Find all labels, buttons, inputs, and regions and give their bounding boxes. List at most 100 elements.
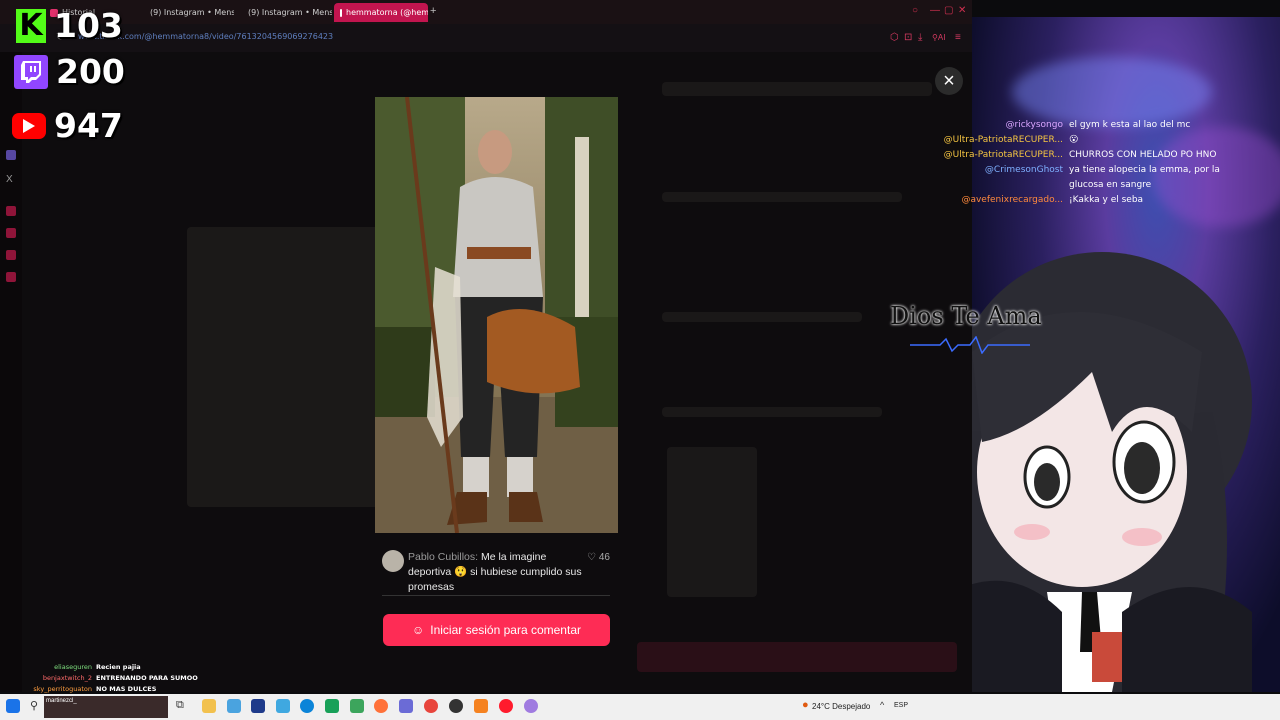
twitch-count: 200 <box>56 52 125 91</box>
app-icon[interactable] <box>276 699 290 713</box>
ai-icon[interactable]: ⚲AI <box>932 33 945 42</box>
background-thumbnail <box>667 447 757 597</box>
chat-message: @Ultra-PatriotaRECUPER... CHURROS CON HE… <box>930 148 1270 163</box>
search-icon[interactable]: ○ <box>912 5 918 16</box>
chat-user[interactable]: @Ultra-PatriotaRECUPER... <box>930 148 1069 163</box>
start-icon[interactable] <box>6 699 20 713</box>
chat-user[interactable]: @rickysongo <box>930 118 1069 133</box>
app-icon[interactable] <box>524 699 538 713</box>
overlay-text: Dios Te Ama <box>890 302 1042 330</box>
background-comment-line <box>662 192 902 202</box>
obs-icon[interactable] <box>449 699 463 713</box>
avatar[interactable] <box>382 550 404 572</box>
address-bar: ↻ www.tiktok.com/@hemmatorna8/video/7613… <box>0 24 972 52</box>
task-view-icon[interactable]: ⧉ <box>176 699 190 713</box>
chat-text: 😮 <box>1069 135 1079 145</box>
youtube-count: 947 <box>54 106 123 145</box>
settings-sidebar-icon[interactable] <box>6 272 16 282</box>
chat-user[interactable]: @Ultra-PatriotaRECUPER... <box>930 133 1069 148</box>
edge-icon[interactable] <box>300 699 314 713</box>
app-icon[interactable] <box>399 699 413 713</box>
comment-likes[interactable]: ♡ 46 <box>587 552 610 563</box>
instagram-sidebar-icon[interactable] <box>6 206 16 216</box>
extensions-icon[interactable]: ⬡ <box>890 32 899 43</box>
comment-icon: ☺ <box>411 623 425 637</box>
new-tab-button[interactable]: + <box>430 5 436 17</box>
chat-user[interactable]: @avefenixrecargado... <box>930 193 1069 208</box>
divider <box>382 595 610 596</box>
chat-text: CHURROS CON HELADO PO HNO <box>1069 150 1217 160</box>
menu-icon[interactable]: ≡ <box>955 32 961 43</box>
chat-text: el gym k esta al lao del mc <box>1069 120 1191 130</box>
chat-text: ¡Kakka y el seba <box>1069 195 1144 205</box>
sidebar: X <box>0 52 22 692</box>
background-video <box>187 227 387 507</box>
tiktok-sidebar-icon[interactable] <box>6 228 16 238</box>
language-indicator[interactable]: ESP <box>894 702 908 709</box>
background-login-button <box>637 642 957 672</box>
nebula-glow <box>1012 57 1212 127</box>
login-button-label: Iniciar sesión para comentar <box>430 623 581 637</box>
x-icon[interactable]: X <box>6 174 16 185</box>
chat-text: ya tiene alopecia la emma, por la glucos… <box>1069 165 1220 190</box>
chrome-icon[interactable] <box>424 699 438 713</box>
background-comment-line <box>662 82 932 96</box>
firefox-icon[interactable] <box>374 699 388 713</box>
mini-chat-text: ENTRENANDO PARA SUMOO <box>96 674 198 682</box>
app-icon[interactable] <box>325 699 339 713</box>
app-icon[interactable] <box>350 699 364 713</box>
opera-icon[interactable] <box>499 699 513 713</box>
chat-message: @rickysongo el gym k esta al lao del mc <box>930 118 1270 133</box>
weather-text[interactable]: 24°C Despejado <box>812 702 870 711</box>
kick-viewers: K 103 <box>16 6 123 45</box>
chat-message: @CrimesonGhost ya tiene alopecia la emma… <box>930 163 1270 193</box>
twitch-sidebar-icon[interactable] <box>6 150 16 160</box>
chat-message: @Ultra-PatriotaRECUPER... 😮 <box>930 133 1270 148</box>
tiktok-icon <box>340 8 342 17</box>
app-icon[interactable] <box>474 699 488 713</box>
app-icon[interactable] <box>251 699 265 713</box>
file-explorer-icon[interactable] <box>202 699 216 713</box>
tab-tiktok[interactable]: hemmatorna (@hemmato... <box>334 3 428 22</box>
stream-chat: @rickysongo el gym k esta al lao del mc … <box>930 118 1270 208</box>
chat-message: @avefenixrecargado... ¡Kakka y el seba <box>930 193 1270 208</box>
vtuber-avatar <box>972 252 1252 692</box>
app-icon[interactable] <box>227 699 241 713</box>
app-sidebar-icon[interactable] <box>6 250 16 260</box>
lock-icon[interactable]: ⊡ <box>904 32 912 43</box>
mini-chat-text: Recien pajia <box>96 663 141 671</box>
heartbeat-line <box>910 336 1030 354</box>
chevron-up-icon[interactable]: ^ <box>880 700 884 710</box>
close-window-icon[interactable]: ✕ <box>958 5 966 16</box>
kick-logo-icon: K <box>16 8 46 43</box>
download-icon[interactable]: ⤓ <box>918 32 922 43</box>
youtube-viewers: 947 <box>12 106 123 145</box>
tab-instagram-2[interactable]: (9) Instagram • Mensajes <box>238 3 332 22</box>
mini-chat-message: eliaseguren Recien pajia <box>20 662 220 673</box>
close-modal-button[interactable]: × <box>935 67 963 95</box>
comment-author[interactable]: Pablo Cubillos: <box>408 551 478 563</box>
search-icon[interactable]: ⚲ <box>30 699 44 713</box>
background-comment-line <box>662 407 882 417</box>
twitch-viewers: 200 <box>14 52 125 91</box>
mini-chat-message: benjaxtwitch_2 ENTRENANDO PARA SUMOO <box>20 673 220 684</box>
video-image[interactable] <box>375 97 618 533</box>
youtube-logo-icon <box>12 112 46 139</box>
mini-chat: eliaseguren Recien pajia benjaxtwitch_2 EN… <box>20 662 220 695</box>
twitch-logo-icon <box>14 54 48 89</box>
weather-icon: ● <box>802 699 809 711</box>
maximize-icon[interactable]: ▢ <box>944 5 953 16</box>
taskbar-preview[interactable]: martinezcl_ <box>44 696 168 718</box>
mini-chat-user: benjaxtwitch_2 <box>42 674 92 682</box>
background-comment-line <box>662 312 862 322</box>
comment-item: Pablo Cubillos: Me la imagine deportiva … <box>382 548 612 593</box>
mini-chat-user: eliaseguren <box>54 663 92 671</box>
browser-tab-bar: Historial (9) Instagram • Mensajes (9) I… <box>0 0 972 24</box>
mini-chat-text: NO MAS DULCES <box>96 685 157 693</box>
login-to-comment-button[interactable]: ☺ Iniciar sesión para comentar <box>383 614 610 646</box>
taskbar: ⚲ martinezcl_ ⧉ ● 24°C Despejado ^ ESP <box>0 694 1280 720</box>
minimize-icon[interactable]: — <box>930 5 940 16</box>
kick-count: 103 <box>54 6 123 45</box>
chat-user[interactable]: @CrimesonGhost <box>930 163 1069 193</box>
tab-instagram-1[interactable]: (9) Instagram • Mensajes <box>140 3 234 22</box>
